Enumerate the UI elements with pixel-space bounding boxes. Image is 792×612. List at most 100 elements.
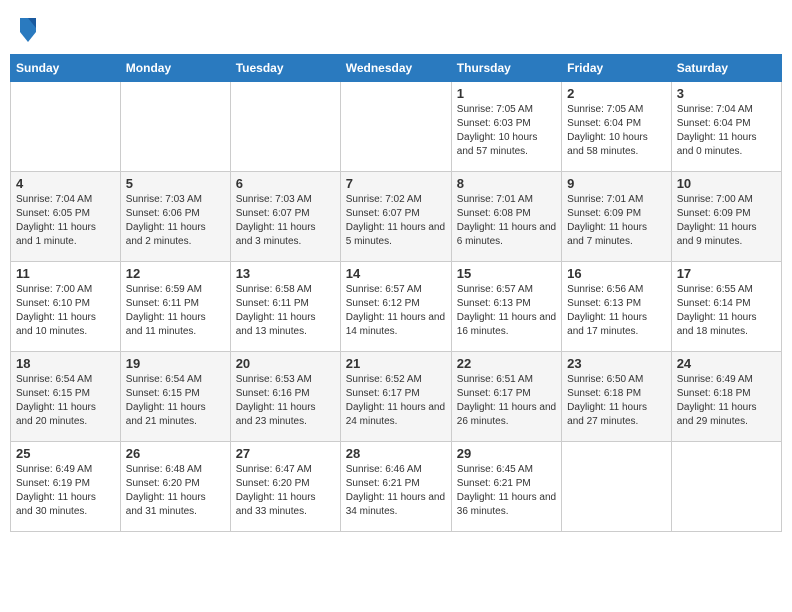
day-info: Sunrise: 6:51 AM Sunset: 6:17 PM Dayligh… [457, 373, 556, 429]
calendar-week-row: 18 Sunrise: 6:54 AM Sunset: 6:15 PM Dayli… [11, 352, 782, 442]
calendar-cell: 21 Sunrise: 6:52 AM Sunset: 6:17 PM Dayli… [340, 352, 451, 442]
day-number: 12 [126, 266, 225, 281]
day-info: Sunrise: 6:59 AM Sunset: 6:11 PM Dayligh… [126, 283, 225, 339]
logo-icon [18, 14, 38, 42]
day-number: 4 [16, 176, 115, 191]
calendar-cell: 16 Sunrise: 6:56 AM Sunset: 6:13 PM Dayli… [562, 262, 672, 352]
day-number: 17 [677, 266, 776, 281]
calendar-cell: 22 Sunrise: 6:51 AM Sunset: 6:17 PM Dayli… [451, 352, 561, 442]
day-number: 16 [567, 266, 666, 281]
calendar-cell [120, 82, 230, 172]
day-number: 25 [16, 446, 115, 461]
calendar-cell: 1 Sunrise: 7:05 AM Sunset: 6:03 PM Daylig… [451, 82, 561, 172]
day-number: 18 [16, 356, 115, 371]
day-info: Sunrise: 7:05 AM Sunset: 6:03 PM Dayligh… [457, 103, 556, 159]
calendar-cell: 7 Sunrise: 7:02 AM Sunset: 6:07 PM Daylig… [340, 172, 451, 262]
day-number: 21 [346, 356, 446, 371]
calendar-cell: 4 Sunrise: 7:04 AM Sunset: 6:05 PM Daylig… [11, 172, 121, 262]
day-number: 23 [567, 356, 666, 371]
calendar-week-row: 4 Sunrise: 7:04 AM Sunset: 6:05 PM Daylig… [11, 172, 782, 262]
day-number: 9 [567, 176, 666, 191]
calendar-cell: 25Sunrise: 6:49 AM Sunset: 6:19 PM Dayli… [11, 442, 121, 532]
day-of-week-header: Saturday [671, 55, 781, 82]
day-number: 19 [126, 356, 225, 371]
calendar-cell: 13 Sunrise: 6:58 AM Sunset: 6:11 PM Dayli… [230, 262, 340, 352]
calendar-cell: 17 Sunrise: 6:55 AM Sunset: 6:14 PM Dayli… [671, 262, 781, 352]
calendar-week-row: 1 Sunrise: 7:05 AM Sunset: 6:03 PM Daylig… [11, 82, 782, 172]
day-of-week-header: Friday [562, 55, 672, 82]
day-info: Sunrise: 7:03 AM Sunset: 6:06 PM Dayligh… [126, 193, 225, 249]
day-number: 1 [457, 86, 556, 101]
calendar-cell: 2 Sunrise: 7:05 AM Sunset: 6:04 PM Daylig… [562, 82, 672, 172]
calendar-cell: 19 Sunrise: 6:54 AM Sunset: 6:15 PM Dayli… [120, 352, 230, 442]
day-info: Sunrise: 6:58 AM Sunset: 6:11 PM Dayligh… [236, 283, 335, 339]
day-number: 28 [346, 446, 446, 461]
calendar-cell: 10Sunrise: 7:00 AM Sunset: 6:09 PM Dayli… [671, 172, 781, 262]
day-of-week-header: Monday [120, 55, 230, 82]
day-number: 11 [16, 266, 115, 281]
day-number: 7 [346, 176, 446, 191]
day-number: 27 [236, 446, 335, 461]
calendar-cell: 15 Sunrise: 6:57 AM Sunset: 6:13 PM Dayli… [451, 262, 561, 352]
day-info: Sunrise: 6:55 AM Sunset: 6:14 PM Dayligh… [677, 283, 776, 339]
day-number: 15 [457, 266, 556, 281]
calendar-cell: 8 Sunrise: 7:01 AM Sunset: 6:08 PM Daylig… [451, 172, 561, 262]
calendar-header-row: SundayMondayTuesdayWednesdayThursdayFrid… [11, 55, 782, 82]
day-number: 5 [126, 176, 225, 191]
calendar-cell [562, 442, 672, 532]
day-info: Sunrise: 6:52 AM Sunset: 6:17 PM Dayligh… [346, 373, 446, 429]
day-info: Sunrise: 7:01 AM Sunset: 6:08 PM Dayligh… [457, 193, 556, 249]
day-number: 2 [567, 86, 666, 101]
calendar-cell [11, 82, 121, 172]
day-of-week-header: Wednesday [340, 55, 451, 82]
calendar-cell: 12 Sunrise: 6:59 AM Sunset: 6:11 PM Dayli… [120, 262, 230, 352]
header [10, 10, 782, 46]
day-number: 14 [346, 266, 446, 281]
calendar-week-row: 25Sunrise: 6:49 AM Sunset: 6:19 PM Dayli… [11, 442, 782, 532]
calendar-cell: 27 Sunrise: 6:47 AM Sunset: 6:20 PM Dayli… [230, 442, 340, 532]
day-info: Sunrise: 6:50 AM Sunset: 6:18 PM Dayligh… [567, 373, 666, 429]
day-info: Sunrise: 6:54 AM Sunset: 6:15 PM Dayligh… [126, 373, 225, 429]
calendar-cell: 9 Sunrise: 7:01 AM Sunset: 6:09 PM Daylig… [562, 172, 672, 262]
calendar-cell: 28 Sunrise: 6:46 AM Sunset: 6:21 PM Dayli… [340, 442, 451, 532]
day-number: 13 [236, 266, 335, 281]
calendar-cell: 23 Sunrise: 6:50 AM Sunset: 6:18 PM Dayli… [562, 352, 672, 442]
calendar-body: 1 Sunrise: 7:05 AM Sunset: 6:03 PM Daylig… [11, 82, 782, 532]
day-info: Sunrise: 6:54 AM Sunset: 6:15 PM Dayligh… [16, 373, 115, 429]
day-of-week-header: Sunday [11, 55, 121, 82]
calendar-cell [671, 442, 781, 532]
logo [16, 14, 38, 42]
day-info: Sunrise: 7:02 AM Sunset: 6:07 PM Dayligh… [346, 193, 446, 249]
day-info: Sunrise: 7:04 AM Sunset: 6:04 PM Dayligh… [677, 103, 776, 159]
day-info: Sunrise: 6:57 AM Sunset: 6:12 PM Dayligh… [346, 283, 446, 339]
day-info: Sunrise: 6:56 AM Sunset: 6:13 PM Dayligh… [567, 283, 666, 339]
calendar-cell: 11 Sunrise: 7:00 AM Sunset: 6:10 PM Dayli… [11, 262, 121, 352]
calendar-cell [230, 82, 340, 172]
calendar-cell: 24 Sunrise: 6:49 AM Sunset: 6:18 PM Dayli… [671, 352, 781, 442]
day-of-week-header: Thursday [451, 55, 561, 82]
day-number: 3 [677, 86, 776, 101]
day-number: 22 [457, 356, 556, 371]
day-info: Sunrise: 6:57 AM Sunset: 6:13 PM Dayligh… [457, 283, 556, 339]
day-number: 6 [236, 176, 335, 191]
day-number: 24 [677, 356, 776, 371]
day-number: 8 [457, 176, 556, 191]
calendar-cell: 29 Sunrise: 6:45 AM Sunset: 6:21 PM Dayli… [451, 442, 561, 532]
day-number: 29 [457, 446, 556, 461]
calendar-cell: 14 Sunrise: 6:57 AM Sunset: 6:12 PM Dayli… [340, 262, 451, 352]
day-info: Sunrise: 6:45 AM Sunset: 6:21 PM Dayligh… [457, 463, 556, 519]
day-info: Sunrise: 6:47 AM Sunset: 6:20 PM Dayligh… [236, 463, 335, 519]
day-info: Sunrise: 7:04 AM Sunset: 6:05 PM Dayligh… [16, 193, 115, 249]
day-info: Sunrise: 7:01 AM Sunset: 6:09 PM Dayligh… [567, 193, 666, 249]
calendar-cell: 20Sunrise: 6:53 AM Sunset: 6:16 PM Dayli… [230, 352, 340, 442]
calendar-cell: 3 Sunrise: 7:04 AM Sunset: 6:04 PM Daylig… [671, 82, 781, 172]
calendar-cell: 18 Sunrise: 6:54 AM Sunset: 6:15 PM Dayli… [11, 352, 121, 442]
day-info: Sunrise: 6:53 AM Sunset: 6:16 PM Dayligh… [236, 373, 335, 429]
day-info: Sunrise: 6:48 AM Sunset: 6:20 PM Dayligh… [126, 463, 225, 519]
day-info: Sunrise: 6:46 AM Sunset: 6:21 PM Dayligh… [346, 463, 446, 519]
calendar-cell: 6Sunrise: 7:03 AM Sunset: 6:07 PM Daylig… [230, 172, 340, 262]
day-info: Sunrise: 7:00 AM Sunset: 6:10 PM Dayligh… [16, 283, 115, 339]
calendar-cell: 5 Sunrise: 7:03 AM Sunset: 6:06 PM Daylig… [120, 172, 230, 262]
day-info: Sunrise: 6:49 AM Sunset: 6:18 PM Dayligh… [677, 373, 776, 429]
day-info: Sunrise: 7:05 AM Sunset: 6:04 PM Dayligh… [567, 103, 666, 159]
